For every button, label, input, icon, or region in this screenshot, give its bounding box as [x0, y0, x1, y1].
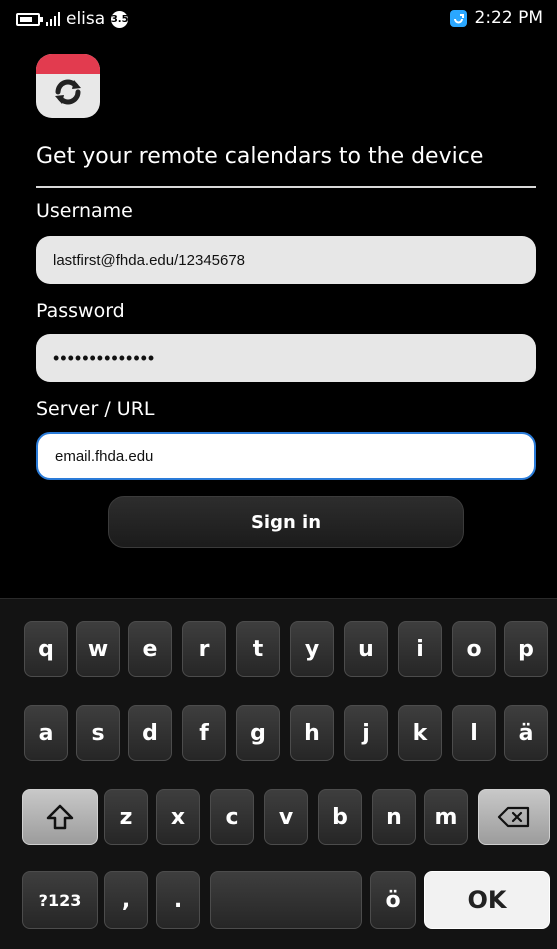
backspace-icon: [497, 806, 530, 828]
key-u[interactable]: u: [344, 621, 388, 677]
network-badge-icon: 3.5: [111, 10, 129, 28]
ok-button[interactable]: OK: [424, 871, 550, 929]
key-n[interactable]: n: [372, 789, 416, 845]
key-b[interactable]: b: [318, 789, 362, 845]
sync-icon: [449, 9, 467, 27]
key-c[interactable]: c: [210, 789, 254, 845]
key-v[interactable]: v: [264, 789, 308, 845]
key-x[interactable]: x: [156, 789, 200, 845]
key-z[interactable]: z: [104, 789, 148, 845]
page-title: Get your remote calendars to the device: [36, 144, 484, 169]
key-d[interactable]: d: [128, 705, 172, 761]
key-a[interactable]: a: [24, 705, 68, 761]
key-a-umlaut[interactable]: ä: [504, 705, 548, 761]
symbols-key[interactable]: ?123: [22, 871, 98, 929]
username-field[interactable]: lastfirst@fhda.edu/12345678: [36, 236, 536, 284]
key-o[interactable]: o: [452, 621, 496, 677]
key-s[interactable]: s: [76, 705, 120, 761]
server-url-label: Server / URL: [36, 398, 155, 420]
sign-in-button[interactable]: Sign in: [108, 496, 464, 548]
virtual-keyboard: q w e r t y u i o p a s d f g h j k l ä …: [0, 598, 557, 949]
key-l[interactable]: l: [452, 705, 496, 761]
username-label: Username: [36, 200, 133, 222]
battery-icon: [16, 12, 43, 26]
key-o-umlaut[interactable]: ö: [370, 871, 416, 929]
shift-key[interactable]: [22, 789, 98, 845]
status-bar: elisa 3.5 2:22 PM: [0, 0, 557, 38]
backspace-key[interactable]: [478, 789, 550, 845]
key-m[interactable]: m: [424, 789, 468, 845]
key-p[interactable]: p: [504, 621, 548, 677]
key-i[interactable]: i: [398, 621, 442, 677]
key-comma[interactable]: ,: [104, 871, 148, 929]
signal-icon: [46, 12, 60, 26]
space-key[interactable]: [210, 871, 362, 929]
password-field[interactable]: ••••••••••••••: [36, 334, 536, 382]
key-g[interactable]: g: [236, 705, 280, 761]
shift-icon: [46, 804, 74, 830]
password-label: Password: [36, 300, 125, 322]
key-w[interactable]: w: [76, 621, 120, 677]
carrier-name: elisa: [66, 9, 106, 29]
key-q[interactable]: q: [24, 621, 68, 677]
server-url-field[interactable]: email.fhda.edu: [36, 432, 536, 480]
key-y[interactable]: y: [290, 621, 334, 677]
key-r[interactable]: r: [182, 621, 226, 677]
key-f[interactable]: f: [182, 705, 226, 761]
key-e[interactable]: e: [128, 621, 172, 677]
clock: 2:22 PM: [474, 8, 544, 28]
calendar-sync-icon: [36, 54, 100, 118]
key-period[interactable]: .: [156, 871, 200, 929]
key-h[interactable]: h: [290, 705, 334, 761]
key-t[interactable]: t: [236, 621, 280, 677]
key-j[interactable]: j: [344, 705, 388, 761]
key-k[interactable]: k: [398, 705, 442, 761]
title-divider: [36, 186, 536, 188]
